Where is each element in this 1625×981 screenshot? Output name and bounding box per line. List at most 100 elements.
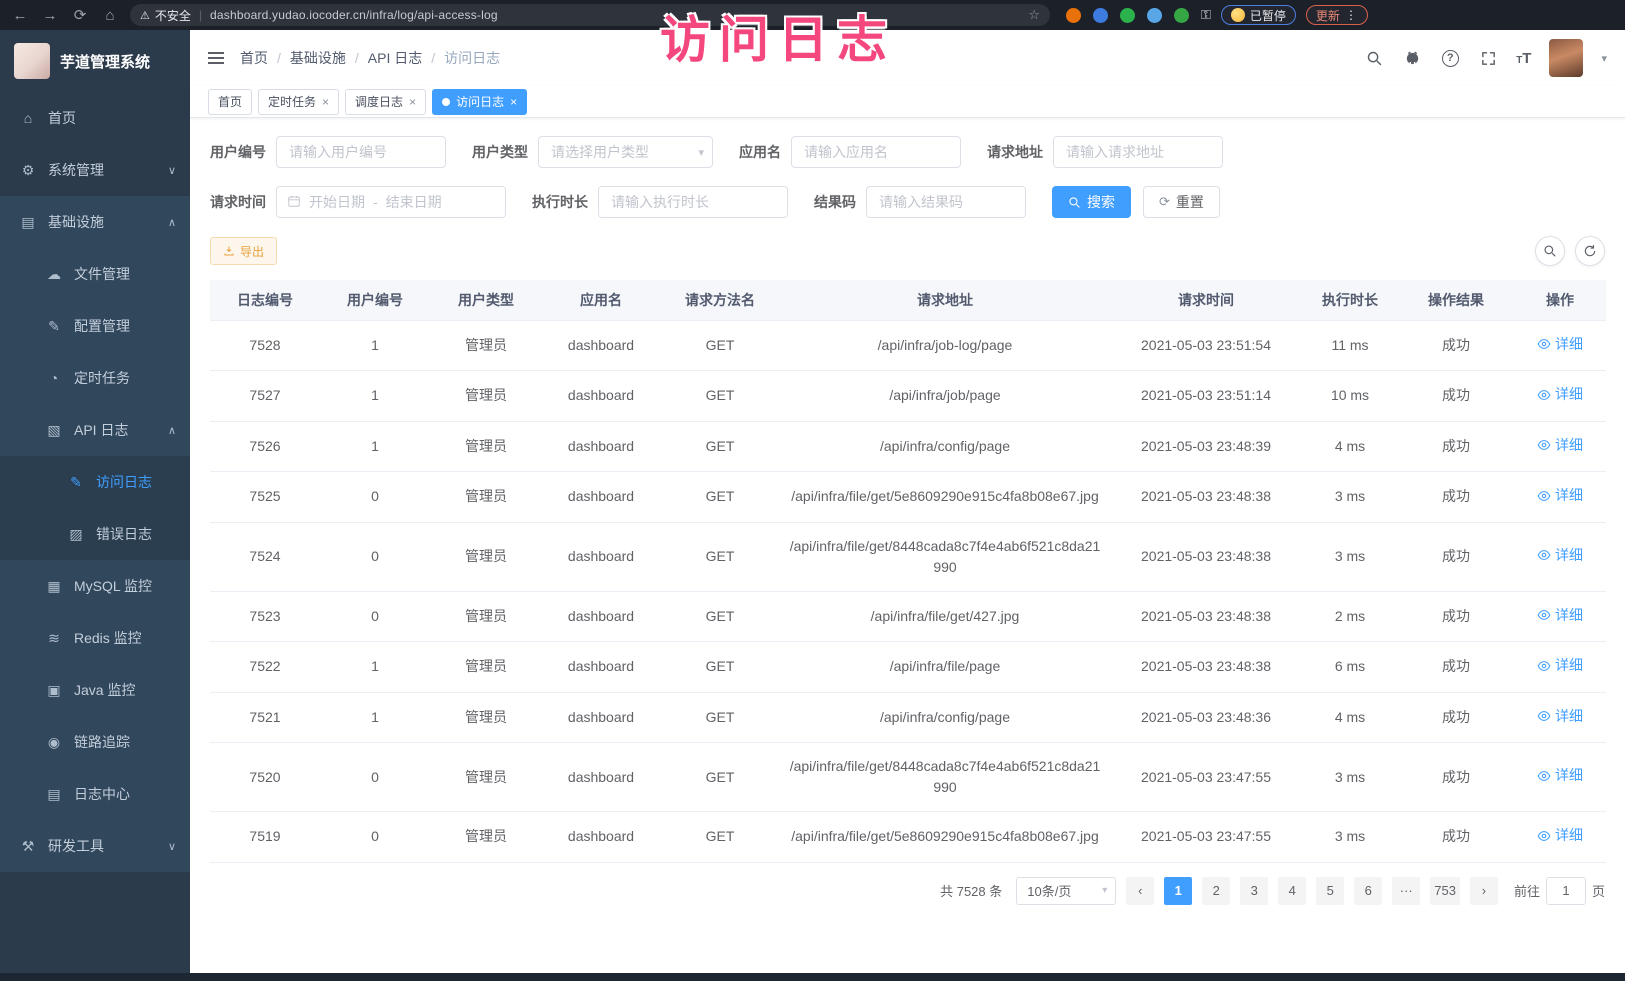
toggle-search-button[interactable]: [1535, 236, 1565, 266]
extension-icon-5[interactable]: [1174, 8, 1189, 23]
sidebar-item-timer-task[interactable]: ◔定时任务: [0, 352, 190, 404]
browser-forward-icon[interactable]: →: [40, 7, 60, 24]
browser-menu-icon[interactable]: ⋮: [1345, 8, 1358, 22]
tab-定时任务[interactable]: 定时任务×: [258, 89, 339, 115]
tab-访问日志[interactable]: 访问日志×: [432, 89, 527, 115]
breadcrumb-item[interactable]: API 日志: [368, 48, 422, 68]
user-type-select[interactable]: ▾: [538, 136, 713, 168]
cell-request-time: 2021-05-03 23:48:39: [1110, 421, 1302, 472]
browser-home-icon[interactable]: ⌂: [100, 7, 120, 24]
duration-input[interactable]: [598, 186, 788, 218]
cell-duration: 3 ms: [1302, 522, 1398, 591]
close-icon[interactable]: ×: [409, 95, 416, 109]
sidebar-item-settings[interactable]: ⚙系统管理∨: [0, 144, 190, 196]
fullscreen-icon[interactable]: [1478, 48, 1498, 68]
detail-link[interactable]: 详细: [1537, 825, 1583, 846]
detail-link[interactable]: 详细: [1537, 765, 1583, 786]
pages-ellipsis[interactable]: ···: [1392, 877, 1420, 905]
page-button-753[interactable]: 753: [1430, 877, 1460, 905]
pagination: 共 7528 条 10条/页 ▾ ‹ 123456···753 › 前往 页: [210, 877, 1605, 915]
request-time-daterange[interactable]: 开始日期-结束日期: [276, 186, 506, 218]
eye-icon: [1537, 608, 1551, 622]
detail-link[interactable]: 详细: [1537, 655, 1583, 676]
breadcrumb-item[interactable]: 基础设施: [290, 48, 346, 68]
user-id-input[interactable]: [276, 136, 446, 168]
tab-调度日志[interactable]: 调度日志×: [345, 89, 426, 115]
font-size-icon[interactable]: TT: [1516, 50, 1531, 67]
result-code-input[interactable]: [866, 186, 1026, 218]
breadcrumb-item[interactable]: 首页: [240, 48, 268, 68]
browser-update-button[interactable]: 更新 ⋮: [1306, 5, 1368, 25]
page-button-5[interactable]: 5: [1316, 877, 1344, 905]
cell-action: 详细: [1514, 812, 1606, 863]
user-avatar[interactable]: [1549, 39, 1583, 77]
prev-page-button[interactable]: ‹: [1126, 877, 1154, 905]
access-log-table: 日志编号用户编号用户类型应用名请求方法名请求地址请求时间执行时长操作结果操作 7…: [210, 280, 1606, 863]
page-button-6[interactable]: 6: [1354, 877, 1382, 905]
sidebar-item-mysql-monitor[interactable]: ▦MySQL 监控: [0, 560, 190, 612]
github-icon[interactable]: [1402, 48, 1422, 68]
detail-link[interactable]: 详细: [1537, 334, 1583, 355]
address-bar[interactable]: ⚠ 不安全 | dashboard.yudao.iocoder.cn/infra…: [130, 4, 1050, 26]
detail-link[interactable]: 详细: [1537, 545, 1583, 566]
detail-link[interactable]: 详细: [1537, 706, 1583, 727]
sidebar-item-file-manage[interactable]: ☁文件管理: [0, 248, 190, 300]
sidebar-item-error-log[interactable]: ▨错误日志: [0, 508, 190, 560]
extension-icon-4[interactable]: [1147, 8, 1162, 23]
sidebar-item-java-monitor[interactable]: ▣Java 监控: [0, 664, 190, 716]
search-button[interactable]: 搜索: [1052, 186, 1131, 218]
page-size-select[interactable]: 10条/页 ▾: [1016, 877, 1116, 905]
profile-paused-chip[interactable]: 已暂停: [1221, 5, 1296, 25]
extension-icon-3[interactable]: [1120, 8, 1135, 23]
reset-button[interactable]: ⟳重置: [1143, 186, 1220, 218]
goto-page-input[interactable]: [1546, 877, 1586, 905]
cell-user-id: 0: [320, 591, 430, 642]
sidebar-item-dev-tools[interactable]: ⚒研发工具∨: [0, 820, 190, 872]
sidebar-item-access-log[interactable]: ✎访问日志: [0, 456, 190, 508]
tab-首页[interactable]: 首页: [208, 89, 252, 115]
collapse-menu-icon[interactable]: [208, 52, 224, 64]
search-icon: [1543, 244, 1557, 258]
sidebar-item-redis-monitor[interactable]: ≋Redis 监控: [0, 612, 190, 664]
sidebar-item-api-log[interactable]: ▧API 日志∧: [0, 404, 190, 456]
search-icon[interactable]: [1364, 48, 1384, 68]
cell-result: 成功: [1398, 692, 1514, 743]
close-icon[interactable]: ×: [510, 95, 517, 109]
cell-app-name: dashboard: [542, 371, 660, 422]
goto-label: 前往: [1514, 881, 1540, 900]
eye-icon: [1537, 709, 1551, 723]
extensions-puzzle-icon[interactable]: ⚿: [1201, 7, 1211, 23]
next-page-button[interactable]: ›: [1470, 877, 1498, 905]
cell-user-type: 管理员: [430, 472, 542, 523]
request-url-input[interactable]: [1053, 136, 1223, 168]
bookmark-star-icon[interactable]: ☆: [1028, 7, 1040, 23]
extension-icon-2[interactable]: [1093, 8, 1108, 23]
goto-suffix: 页: [1592, 881, 1605, 900]
detail-link[interactable]: 详细: [1537, 485, 1583, 506]
user-type-select-input[interactable]: [538, 136, 713, 168]
browser-reload-icon[interactable]: ⟳: [70, 6, 90, 24]
close-icon[interactable]: ×: [322, 95, 329, 109]
sidebar-item-trace[interactable]: ◉链路追踪: [0, 716, 190, 768]
page-button-4[interactable]: 4: [1278, 877, 1306, 905]
sidebar-item-home[interactable]: ⌂首页: [0, 92, 190, 144]
security-warning[interactable]: ⚠ 不安全: [140, 7, 191, 24]
page-button-2[interactable]: 2: [1202, 877, 1230, 905]
refresh-table-button[interactable]: [1575, 236, 1605, 266]
sidebar-item-config[interactable]: ✎配置管理: [0, 300, 190, 352]
result-code-label: 结果码: [814, 192, 856, 212]
detail-link[interactable]: 详细: [1537, 435, 1583, 456]
browser-back-icon[interactable]: ←: [10, 7, 30, 24]
help-icon[interactable]: ?: [1440, 48, 1460, 68]
page-button-1[interactable]: 1: [1164, 877, 1192, 905]
user-menu-caret-icon[interactable]: ▾: [1601, 52, 1607, 65]
sidebar-item-log-center[interactable]: ▤日志中心: [0, 768, 190, 820]
extension-icon-1[interactable]: [1066, 8, 1081, 23]
sidebar-item-infrastructure[interactable]: ▤基础设施∧: [0, 196, 190, 248]
export-button[interactable]: 导出: [210, 237, 277, 265]
detail-link[interactable]: 详细: [1537, 384, 1583, 405]
page-button-3[interactable]: 3: [1240, 877, 1268, 905]
end-date-placeholder: 结束日期: [386, 192, 442, 212]
app-name-input[interactable]: [791, 136, 961, 168]
detail-link[interactable]: 详细: [1537, 605, 1583, 626]
